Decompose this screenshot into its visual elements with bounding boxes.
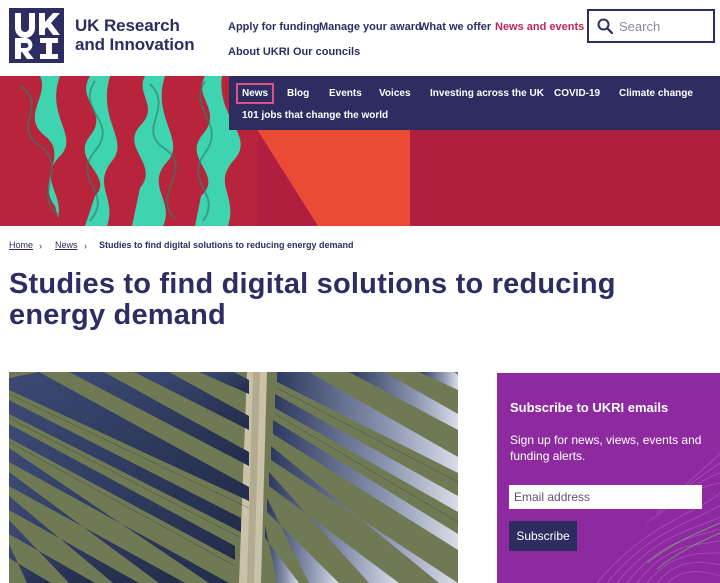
subscribe-description: Sign up for news, views, events and fund… [510, 433, 702, 463]
breadcrumb-news[interactable]: News [55, 240, 78, 250]
solar-panels-illustration [9, 372, 458, 583]
logo-line-2: and Innovation [75, 35, 195, 54]
subnav-blog[interactable]: Blog [287, 88, 309, 99]
nav-about-ukri[interactable]: About UKRI [228, 46, 290, 58]
subnav-covid-19[interactable]: COVID-19 [554, 88, 600, 99]
ukri-logo-mark [15, 13, 60, 59]
breadcrumb-chevron-icon: › [84, 241, 87, 251]
subnav-investing-across-the-uk[interactable]: Investing across the UK [430, 88, 544, 99]
subscribe-panel: Subscribe to UKRI emails Sign up for new… [497, 373, 720, 583]
nav-news-and-events[interactable]: News and events [495, 21, 584, 33]
breadcrumb-current: Studies to find digital solutions to red… [99, 240, 354, 250]
subnav-news[interactable]: News [235, 83, 275, 104]
breadcrumb-home[interactable]: Home [9, 240, 33, 250]
nav-what-we-offer[interactable]: What we offer [419, 21, 491, 33]
subnav-climate-change[interactable]: Climate change [619, 88, 693, 99]
search-input[interactable] [619, 16, 711, 36]
ukri-logo[interactable] [9, 8, 64, 63]
breadcrumb-chevron-icon: › [39, 241, 42, 251]
subnav-voices[interactable]: Voices [379, 88, 411, 99]
subscribe-title: Subscribe to UKRI emails [510, 400, 669, 415]
section-subnavigation: News Blog Events Voices Investing across… [229, 76, 720, 130]
page-title: Studies to find digital solutions to red… [9, 268, 616, 331]
subnav-101-jobs[interactable]: 101 jobs that change the world [242, 110, 388, 121]
solar-panels-image [9, 372, 458, 583]
nav-our-councils[interactable]: Our councils [293, 46, 360, 58]
search-icon[interactable] [597, 18, 613, 34]
subscribe-button[interactable]: Subscribe [509, 521, 577, 551]
logo-line-1: UK Research [75, 16, 180, 35]
nav-apply-for-funding[interactable]: Apply for funding [228, 21, 320, 33]
logo-wordmark[interactable]: UK Research and Innovation [75, 16, 195, 54]
nav-manage-your-award[interactable]: Manage your award [319, 21, 422, 33]
subnav-events[interactable]: Events [329, 88, 362, 99]
search-box[interactable] [587, 9, 715, 43]
email-field[interactable] [509, 485, 702, 509]
